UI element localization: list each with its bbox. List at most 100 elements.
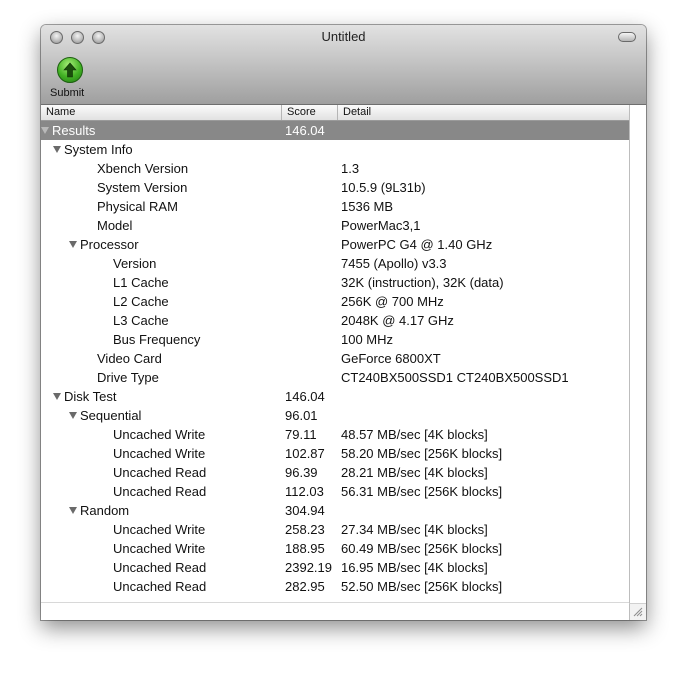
row-name-cell: System Version <box>41 178 337 197</box>
table-row[interactable]: Processor PowerPC G4 @ 1.40 GHz <box>41 235 629 254</box>
disclosure-triangle-icon[interactable] <box>69 241 77 249</box>
row-name-label: L1 Cache <box>113 275 169 290</box>
row-score-cell: 304.94 <box>285 503 325 518</box>
table-row[interactable]: Disk Test 146.04 <box>41 387 629 406</box>
row-name-cell: Xbench Version <box>41 159 337 178</box>
row-detail-cell: 7455 (Apollo) v3.3 <box>341 256 447 271</box>
row-name-cell: L3 Cache <box>41 311 353 330</box>
row-name-label: System Version <box>97 180 188 195</box>
row-name-cell: Model <box>41 216 337 235</box>
row-name-label: Uncached Read <box>113 579 207 594</box>
row-name-label: Uncached Write <box>113 541 206 556</box>
row-detail-cell: PowerMac3,1 <box>341 218 421 233</box>
row-detail-cell: 32K (instruction), 32K (data) <box>341 275 504 290</box>
disclosure-triangle-icon[interactable] <box>69 507 77 515</box>
row-score-cell: 96.39 <box>285 465 318 480</box>
row-name-label: Uncached Read <box>113 484 207 499</box>
row-name-cell: Bus Frequency <box>41 330 353 349</box>
column-header-score[interactable]: Score <box>282 105 338 120</box>
disclosure-triangle-icon[interactable] <box>53 146 61 154</box>
row-detail-cell: 256K @ 700 MHz <box>341 294 444 309</box>
row-name-label: Disk Test <box>64 389 117 404</box>
row-score-cell: 188.95 <box>285 541 325 556</box>
toolbar-toggle-button[interactable] <box>618 32 636 42</box>
table-row[interactable]: Sequential 96.01 <box>41 406 629 425</box>
row-name-label: Processor <box>80 237 139 252</box>
disclosure-triangle-icon[interactable] <box>53 393 61 401</box>
row-name-label: Uncached Write <box>113 427 206 442</box>
row-score-cell: 146.04 <box>285 389 325 404</box>
row-score-cell: 102.87 <box>285 446 325 461</box>
app-window: Untitled Submit Name Score Detail Result… <box>41 25 646 620</box>
row-detail-cell: 1.3 <box>341 161 360 176</box>
row-name-label: Drive Type <box>97 370 159 385</box>
row-detail-cell: GeForce 6800XT <box>341 351 441 366</box>
resize-grip-icon[interactable] <box>629 603 646 620</box>
row-name-cell: L2 Cache <box>41 292 353 311</box>
table-row[interactable]: Video Card GeForce 6800XT <box>41 349 629 368</box>
table-row[interactable]: Uncached Write 79.11 48.57 MB/sec [4K bloc… <box>41 425 629 444</box>
row-detail-cell: PowerPC G4 @ 1.40 GHz <box>341 237 493 252</box>
row-detail-cell: 2048K @ 4.17 GHz <box>341 313 454 328</box>
row-score-cell: 2392.19 <box>285 560 332 575</box>
row-name-cell: Sequential <box>41 406 309 425</box>
row-score-cell: 79.11 <box>285 427 317 442</box>
title-bar[interactable]: Untitled Submit <box>41 25 646 105</box>
table-row[interactable]: Model PowerMac3,1 <box>41 216 629 235</box>
vertical-scrollbar[interactable] <box>629 105 646 603</box>
row-name-label: Results <box>52 123 96 138</box>
table-row[interactable]: L2 Cache 256K @ 700 MHz <box>41 292 629 311</box>
row-detail-cell: 1536 MB <box>341 199 394 214</box>
window-title: Untitled <box>321 29 366 44</box>
row-name-label: Random <box>80 503 130 518</box>
table-row[interactable]: L1 Cache 32K (instruction), 32K (data) <box>41 273 629 292</box>
row-name-label: Physical RAM <box>97 199 178 214</box>
table-row[interactable]: Random 304.94 <box>41 501 629 520</box>
row-name-cell: Physical RAM <box>41 197 337 216</box>
disclosure-triangle-icon[interactable] <box>41 127 49 135</box>
table-row[interactable]: Physical RAM 1536 MB <box>41 197 629 216</box>
row-name-label: Uncached Write <box>113 522 206 537</box>
table-row[interactable]: Uncached Read 2392.19 16.95 MB/sec [4K blo… <box>41 558 629 577</box>
row-detail-cell: 100 MHz <box>341 332 394 347</box>
submit-button-label: Submit <box>50 87 85 99</box>
table-row[interactable]: Uncached Write 258.23 27.34 MB/sec [4K blo… <box>41 520 629 539</box>
row-name-cell: Drive Type <box>41 368 337 387</box>
row-name-cell: System Info <box>41 140 293 159</box>
table-row[interactable]: L3 Cache 2048K @ 4.17 GHz <box>41 311 629 330</box>
horizontal-divider <box>41 602 629 603</box>
row-name-cell: Video Card <box>41 349 337 368</box>
outline-header: Name Score Detail <box>41 105 629 121</box>
table-row[interactable]: Uncached Write 102.87 58.20 MB/sec [256K b… <box>41 444 629 463</box>
column-header-detail[interactable]: Detail <box>338 105 629 120</box>
table-row[interactable]: Uncached Read 96.39 28.21 MB/sec [4K block… <box>41 463 629 482</box>
row-detail-cell: 16.95 MB/sec [4K blocks] <box>341 560 488 575</box>
row-name-cell: Disk Test <box>41 387 293 406</box>
table-row[interactable]: Uncached Read 282.95 52.50 MB/sec [256K bl… <box>41 577 629 596</box>
row-detail-cell: 27.34 MB/sec [4K blocks] <box>341 522 488 537</box>
row-detail-cell: 58.20 MB/sec [256K blocks] <box>341 446 503 461</box>
row-detail-cell: 56.31 MB/sec [256K blocks] <box>341 484 503 499</box>
table-row[interactable]: Results 146.04 <box>41 121 629 140</box>
table-row[interactable]: System Info <box>41 140 629 159</box>
row-name-label: L2 Cache <box>113 294 169 309</box>
row-name-cell: Version <box>41 254 353 273</box>
row-detail-cell: 60.49 MB/sec [256K blocks] <box>341 541 503 556</box>
row-score-cell: 112.03 <box>285 484 324 499</box>
table-row[interactable]: Xbench Version 1.3 <box>41 159 629 178</box>
table-row[interactable]: System Version 10.5.9 (9L31b) <box>41 178 629 197</box>
row-name-label: L3 Cache <box>113 313 169 328</box>
row-name-label: Uncached Read <box>113 465 207 480</box>
row-name-label: Uncached Read <box>113 560 207 575</box>
table-row[interactable]: Uncached Read 112.03 56.31 MB/sec [256K bl… <box>41 482 629 501</box>
row-score-cell: 282.95 <box>285 579 325 594</box>
column-header-name[interactable]: Name <box>41 105 282 120</box>
row-name-cell: Processor <box>41 235 309 254</box>
row-detail-cell: 48.57 MB/sec [4K blocks] <box>341 427 488 442</box>
table-row[interactable]: Drive Type CT240BX500SSD1 CT240BX500SSD1 <box>41 368 629 387</box>
table-row[interactable]: Version 7455 (Apollo) v3.3 <box>41 254 629 273</box>
table-row[interactable]: Uncached Write 188.95 60.49 MB/sec [256K b… <box>41 539 629 558</box>
disclosure-triangle-icon[interactable] <box>69 412 77 420</box>
table-row[interactable]: Bus Frequency 100 MHz <box>41 330 629 349</box>
row-name-label: Version <box>113 256 157 271</box>
